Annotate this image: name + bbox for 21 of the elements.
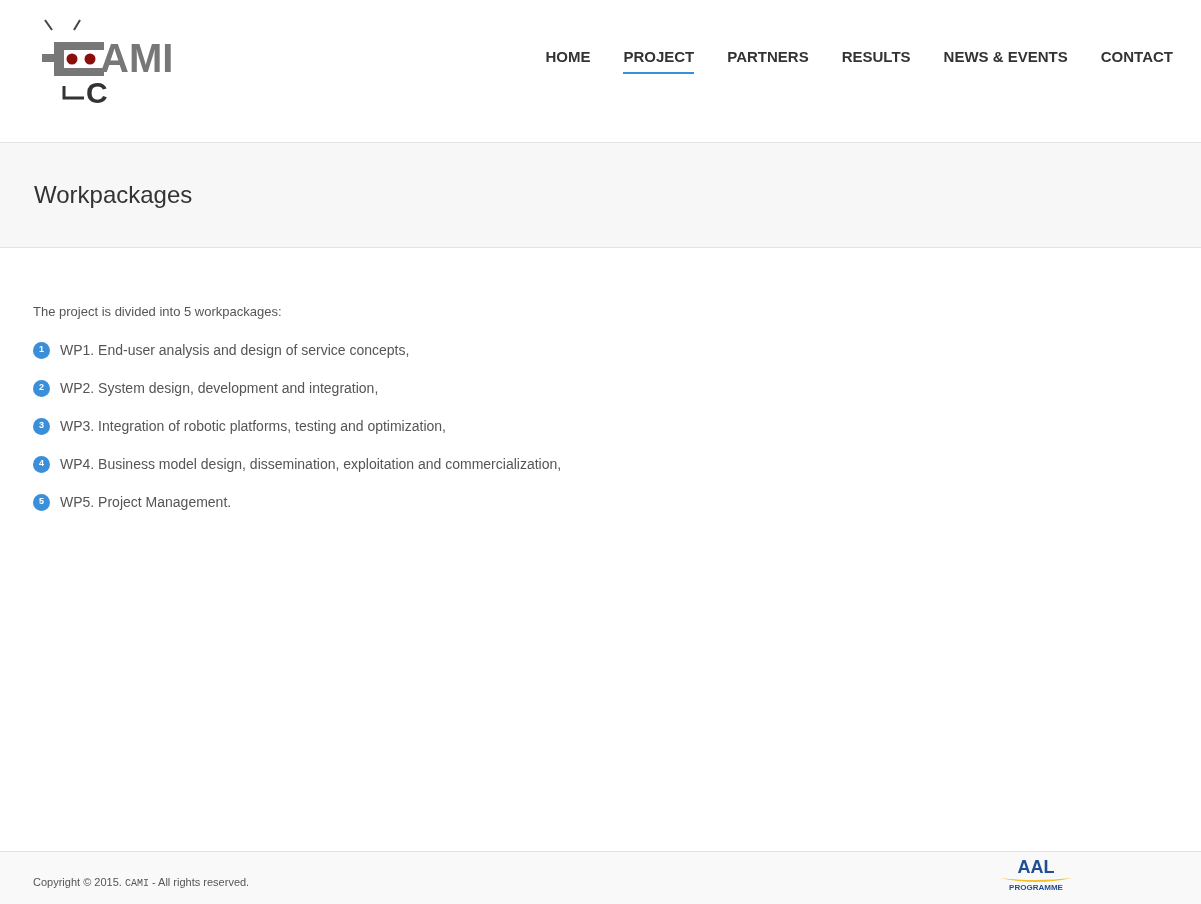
nav-link[interactable]: PARTNERS bbox=[727, 46, 809, 74]
workpackage-text: WP5. Project Management. bbox=[60, 492, 232, 512]
number-badge: 5 bbox=[33, 493, 50, 511]
nav-link[interactable]: CONTACT bbox=[1100, 46, 1173, 74]
number-badge: 4 bbox=[33, 455, 50, 473]
copyright-text: Copyright © 2015. CAMI - All rights reserved. bbox=[33, 874, 250, 891]
page-title: Workpackages bbox=[34, 180, 193, 210]
number-badge: 1 bbox=[33, 341, 50, 359]
workpackage-text: WP2. System design, development and integration, bbox=[60, 378, 379, 398]
partner-logo[interactable]: AAL PROGRAMME bbox=[996, 854, 1076, 902]
logo[interactable]: AMI C bbox=[20, 8, 170, 108]
workpackage-text: WP4. Business model design, dissemination, exploitation and commercialization, bbox=[60, 454, 562, 474]
nav-link[interactable]: RESULTS bbox=[841, 46, 911, 74]
workpackage-text: WP1. End-user analysis and design of service concepts, bbox=[60, 340, 410, 360]
number-badge: 2 bbox=[33, 379, 50, 397]
intro-text: The project is divided into 5 workpackages: bbox=[33, 303, 283, 321]
nav-link[interactable]: NEWS & EVENTS bbox=[943, 46, 1068, 74]
nav-link[interactable]: HOME bbox=[545, 46, 591, 74]
workpackage-text: WP3. Integration of robotic platforms, testing and optimization, bbox=[60, 416, 446, 436]
number-badge: 3 bbox=[33, 417, 50, 435]
nav-link[interactable]: PROJECT bbox=[623, 46, 695, 74]
